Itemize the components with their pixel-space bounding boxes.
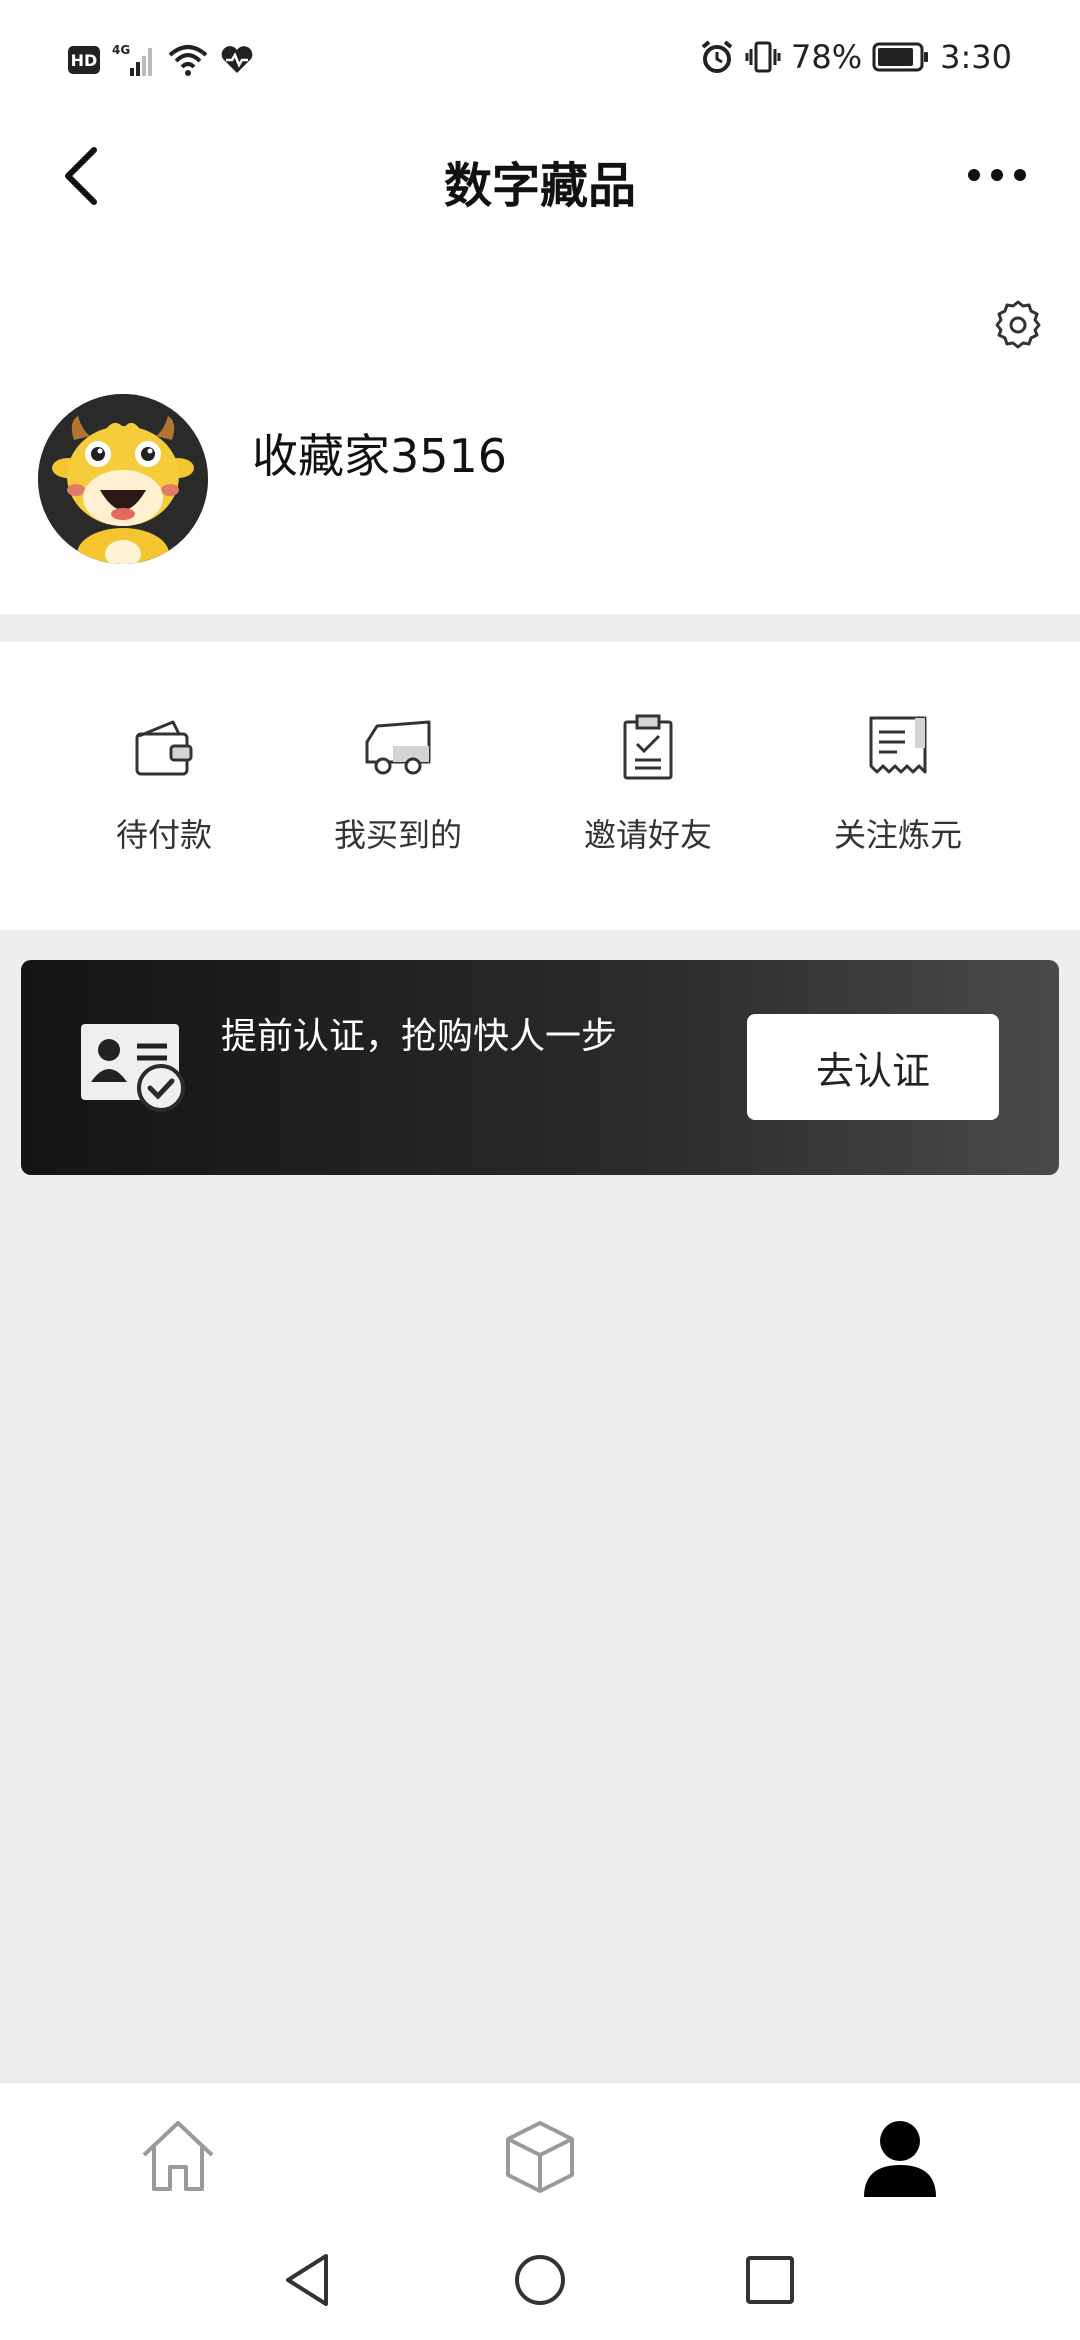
back-triangle-icon (286, 2254, 328, 2306)
vibrate-icon (745, 41, 781, 73)
action-my-purchases[interactable]: 我买到的 (298, 712, 498, 872)
status-time: 3:30 (940, 38, 1012, 76)
action-invite-friends[interactable]: 邀请好友 (548, 712, 748, 872)
status-right: 78% 3:30 (699, 38, 1012, 76)
home-icon (142, 2121, 214, 2191)
hd-badge-icon: HD (68, 46, 100, 74)
action-label: 待付款 (115, 816, 212, 854)
tab-profile[interactable] (860, 2117, 940, 2197)
battery-icon (872, 42, 929, 72)
action-label: 关注炼元 (833, 816, 962, 854)
signal-icon: 4G (112, 43, 152, 76)
svg-text:4G: 4G (112, 43, 130, 57)
clipboard-check-icon (623, 714, 673, 780)
recents-square-icon (746, 2256, 794, 2304)
avatar[interactable] (38, 394, 208, 564)
more-button[interactable] (962, 150, 1032, 200)
receipt-icon (869, 716, 927, 774)
status-bar: HD 4G 78% 3:30 (0, 0, 1080, 120)
heart-rate-icon (221, 46, 253, 73)
username: 收藏家3516 (252, 429, 508, 483)
system-back-button[interactable] (278, 2250, 338, 2310)
more-dots-icon (968, 169, 1026, 181)
banner-text: 提前认证，抢购快人一步 (221, 1016, 618, 1057)
id-card-check-icon (81, 1024, 185, 1112)
status-left: HD 4G (68, 42, 254, 78)
tab-collection[interactable] (500, 2117, 580, 2197)
home-circle-icon (515, 2255, 565, 2305)
truck-icon (365, 720, 431, 775)
person-icon (864, 2121, 936, 2197)
verify-banner: 提前认证，抢购快人一步 去认证 (21, 960, 1059, 1175)
verify-button[interactable]: 去认证 (747, 1014, 999, 1120)
page-title: 数字藏品 (443, 158, 636, 214)
action-pending-payment[interactable]: 待付款 (64, 712, 264, 872)
tab-home[interactable] (138, 2117, 218, 2197)
system-home-button[interactable] (510, 2250, 570, 2310)
wifi-icon (168, 45, 208, 76)
quick-actions: 待付款 我买到的 邀请好友 关注炼元 (0, 642, 1080, 930)
action-follow[interactable]: 关注炼元 (798, 712, 998, 872)
profile-section: 收藏家3516 (0, 232, 1080, 614)
bottom-tab-bar (0, 2082, 1080, 2200)
wallet-icon (135, 720, 193, 776)
cow-mascot-avatar (38, 394, 208, 564)
action-label: 我买到的 (333, 816, 462, 854)
action-label: 邀请好友 (583, 816, 712, 854)
nav-bar: 数字藏品 (0, 120, 1080, 232)
settings-button[interactable] (992, 298, 1044, 350)
system-recents-button[interactable] (740, 2250, 800, 2310)
cube-icon (506, 2121, 574, 2193)
battery-percent: 78% (791, 38, 863, 76)
gear-icon (995, 300, 1041, 349)
system-nav-bar (0, 2200, 1080, 2340)
alarm-icon (701, 40, 733, 73)
